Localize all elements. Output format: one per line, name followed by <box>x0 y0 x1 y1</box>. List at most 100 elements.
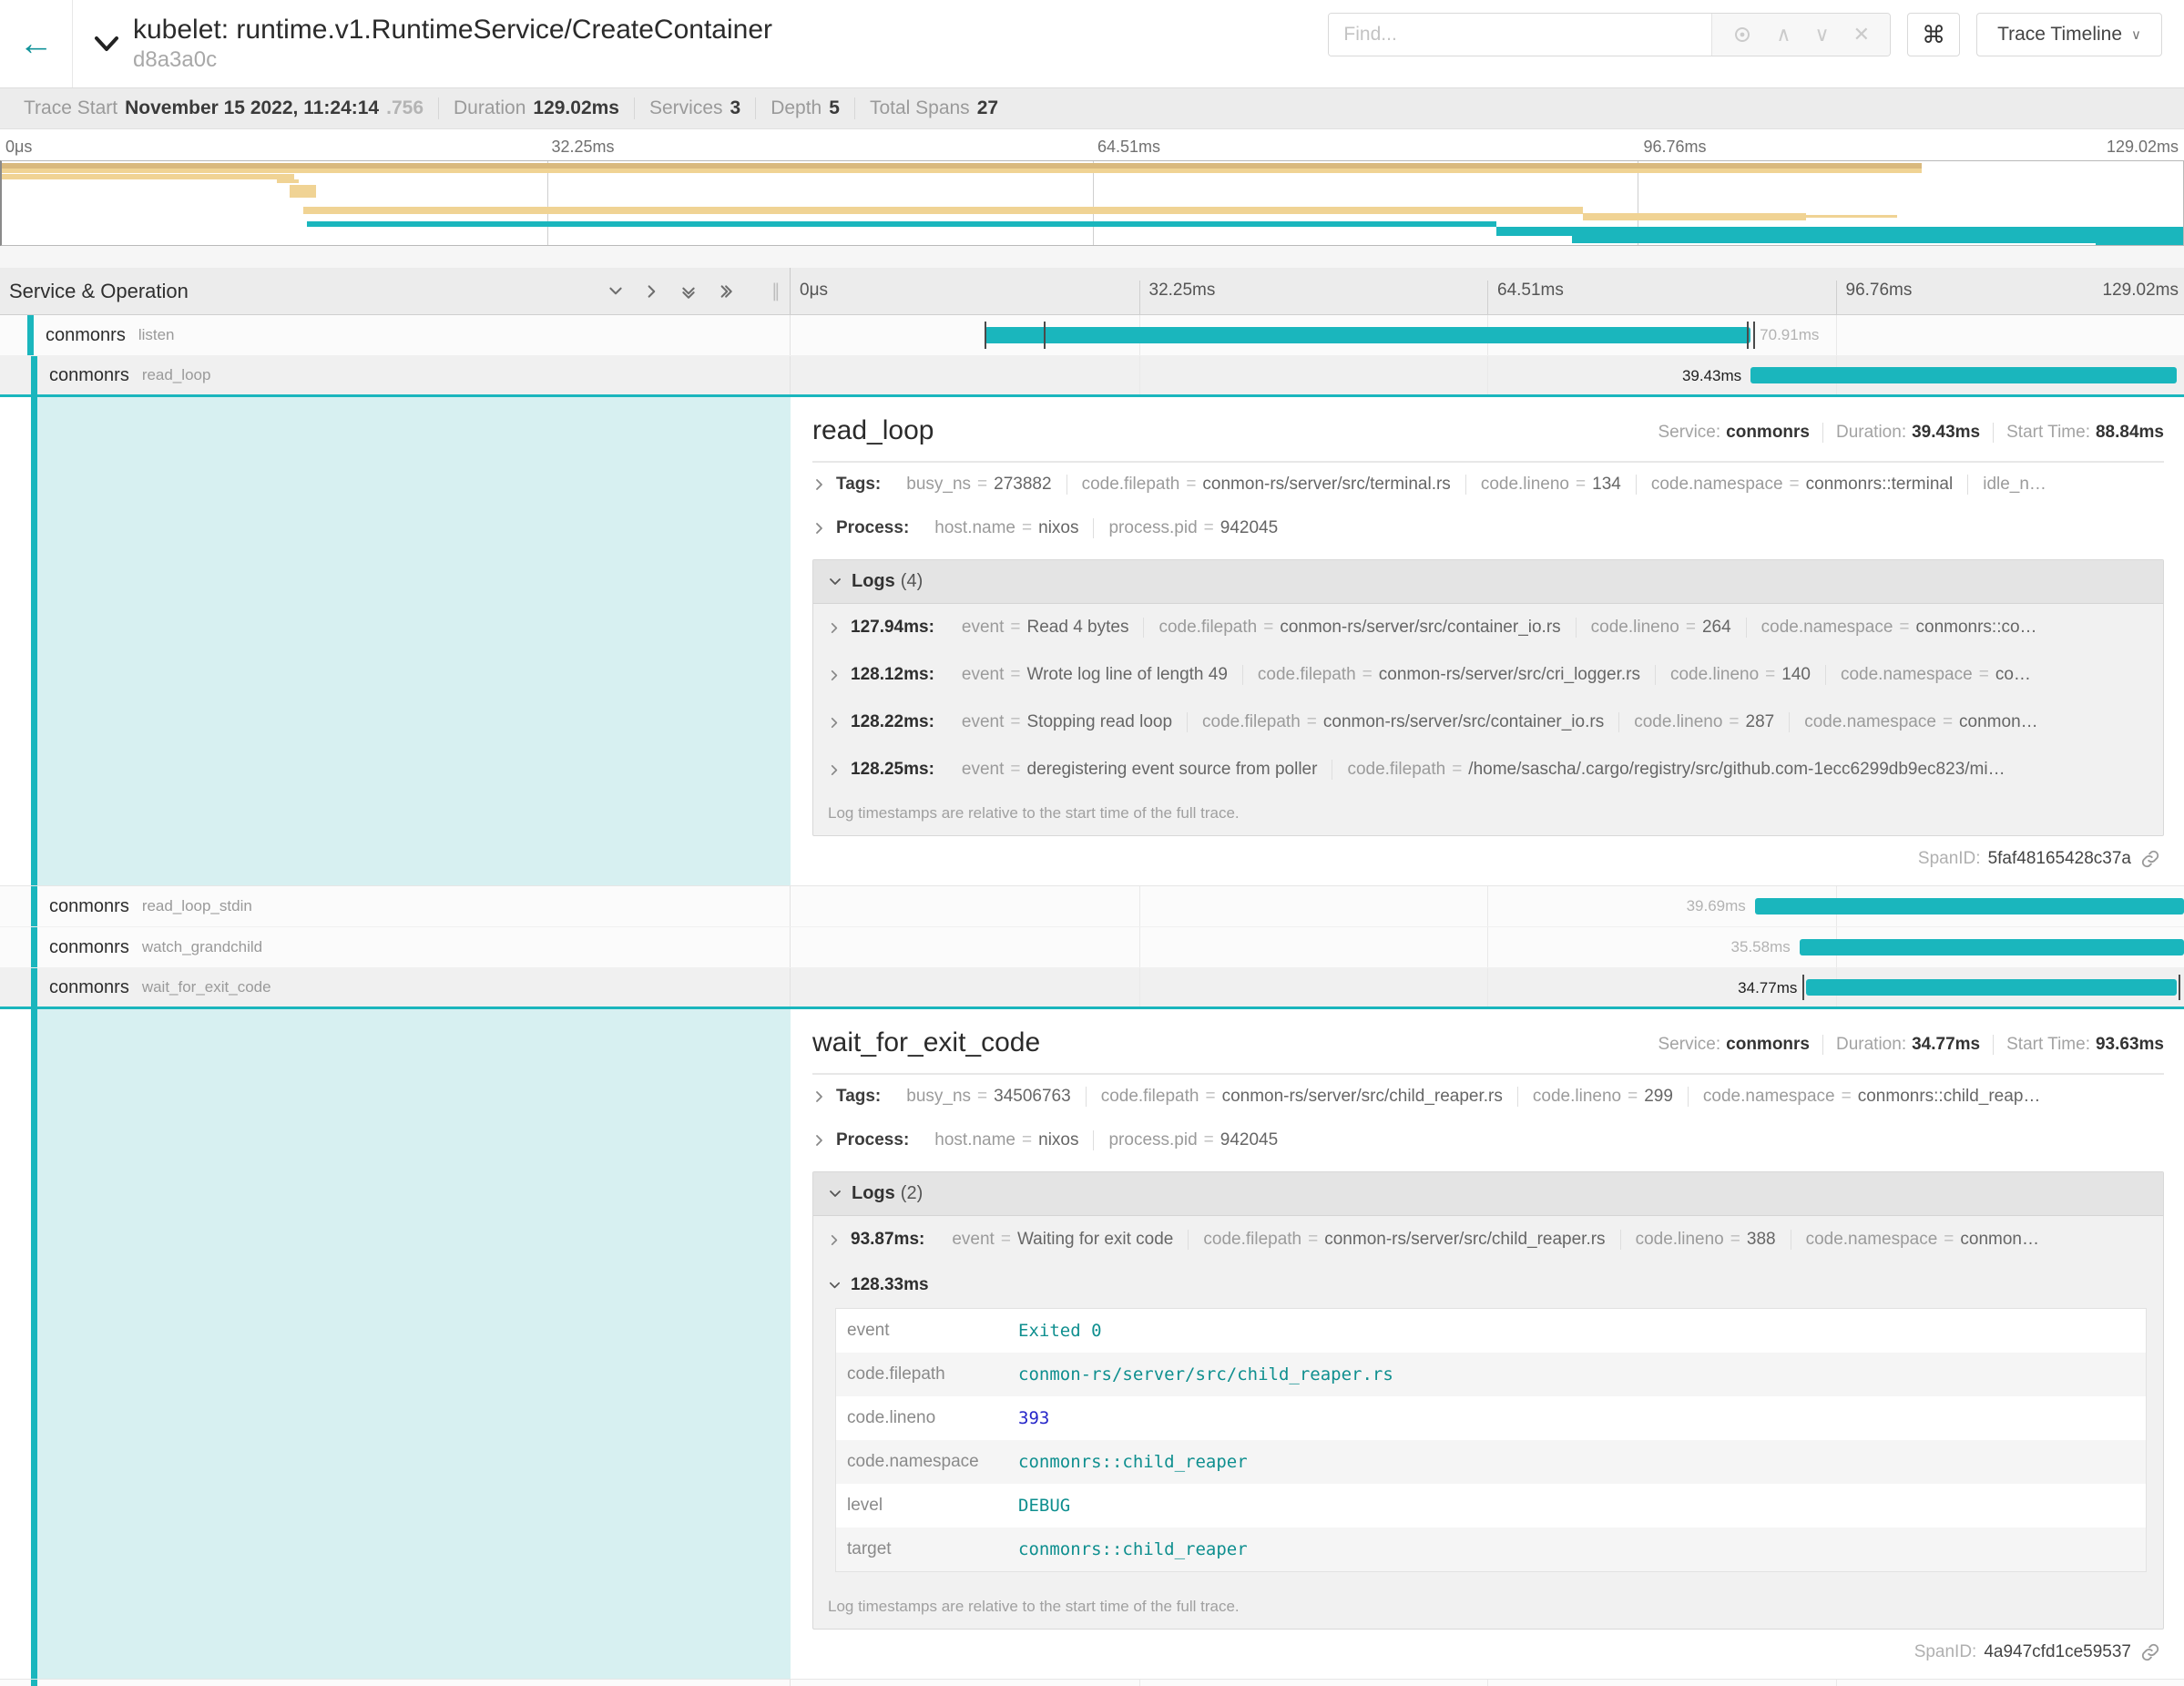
find-input[interactable] <box>1329 14 1711 56</box>
close-icon[interactable]: ✕ <box>1853 25 1870 45</box>
span-row-listen[interactable]: conmonrslisten70.91ms <box>0 315 2184 356</box>
log-entry[interactable]: 128.25ms:event=deregistering event sourc… <box>813 746 2163 793</box>
tag-value: 942045 <box>1220 1130 1278 1150</box>
summary-item: Duration129.02ms <box>439 97 635 119</box>
log-field-pill[interactable]: code.filepath=conmon-rs/server/src/cri_l… <box>1243 665 1656 685</box>
span-duration-bar[interactable] <box>1800 939 2184 955</box>
link-icon[interactable] <box>2140 1642 2160 1662</box>
log-field-pill[interactable]: event=Waiting for exit code <box>937 1230 1189 1250</box>
process-pill[interactable]: host.name=nixos <box>920 1130 1094 1150</box>
locate-icon[interactable] <box>1732 25 1752 45</box>
collapse-one-down-button[interactable] <box>607 283 624 300</box>
log-field-pill[interactable]: code.lineno=388 <box>1621 1230 1791 1250</box>
span-row-read_loop_stdin[interactable]: conmonrsread_loop_stdin39.69ms <box>0 886 2184 927</box>
span-row-wait_for_exit_code[interactable]: conmonrswait_for_exit_code34.77ms <box>0 968 2184 1009</box>
chevron-down-icon[interactable]: ∨ <box>1815 25 1830 45</box>
process-pill[interactable]: process.pid=942045 <box>1094 518 1292 538</box>
summary-value: November 15 2022, 11:24:14 <box>125 97 379 118</box>
collapse-all-down-button[interactable] <box>680 283 697 300</box>
span-name-column[interactable]: conmonrslisten <box>0 315 791 355</box>
back-button[interactable]: ← <box>0 0 73 87</box>
tag-pill[interactable]: code.lineno=134 <box>1466 475 1637 495</box>
operation-name: listen <box>138 326 175 344</box>
span-duration-bar[interactable] <box>1806 979 2177 996</box>
tag-key: code.lineno <box>1634 712 1722 731</box>
tag-pill[interactable]: busy_ns=273882 <box>892 475 1066 495</box>
timeline-gridline <box>1139 927 1140 967</box>
logs-header[interactable]: Logs(2) <box>813 1172 2163 1216</box>
log-entry[interactable]: 128.22ms:event=Stopping read loopcode.fi… <box>813 699 2163 746</box>
span-name-column[interactable]: conmonrsread_loop_stdin <box>0 886 791 926</box>
span-duration-bar[interactable] <box>1750 367 2177 383</box>
chevron-up-icon[interactable]: ∧ <box>1776 25 1791 45</box>
span-row-read_loop[interactable]: conmonrsread_loop39.43ms <box>0 356 2184 397</box>
span-timeline-cell[interactable]: 39.69ms <box>791 886 2184 926</box>
log-entry[interactable]: 127.94ms:event=Read 4 bytescode.filepath… <box>813 604 2163 651</box>
log-field-pill[interactable]: code.namespace=co… <box>1826 665 2046 685</box>
tag-pill[interactable]: busy_ns=34506763 <box>892 1087 1086 1107</box>
span-timeline-cell[interactable]: 39.43ms <box>791 356 2184 394</box>
column-resize-grip[interactable]: ∥ <box>771 280 781 302</box>
span-duration-bar[interactable] <box>1755 898 2184 915</box>
link-icon[interactable] <box>2140 849 2160 869</box>
span-timeline-cell[interactable]: 34.77ms <box>791 968 2184 1006</box>
operation-name: read_loop <box>142 366 211 384</box>
tags-row[interactable]: Tags:busy_ns=34506763code.filepath=conmo… <box>812 1075 2164 1119</box>
process-pill[interactable]: host.name=nixos <box>920 518 1094 538</box>
span-timeline-cell[interactable]: 303μs <box>791 1680 2184 1686</box>
log-field-pill[interactable]: event=Read 4 bytes <box>947 618 1145 638</box>
log-field-pill[interactable]: code.namespace=conmon… <box>1791 1230 2054 1250</box>
log-field-pill[interactable]: code.filepath=/home/sascha/.cargo/regist… <box>1332 760 2019 780</box>
log-entry[interactable]: 128.12ms:event=Wrote log line of length … <box>813 651 2163 699</box>
span-row-watch_grandchild[interactable]: conmonrswatch_grandchild 35.58ms <box>0 927 2184 968</box>
view-selector-button[interactable]: Trace Timeline ∨ <box>1976 13 2162 56</box>
trace-title-collapse-button[interactable] <box>93 35 120 53</box>
log-field-pill[interactable]: code.filepath=conmon-rs/server/src/conta… <box>1144 618 1576 638</box>
log-field-pill[interactable]: code.lineno=264 <box>1577 618 1747 638</box>
log-field-pill[interactable]: event=Wrote log line of length 49 <box>947 665 1243 685</box>
span-duration-bar[interactable] <box>985 327 1751 343</box>
keyboard-shortcuts-button[interactable]: ⌘ <box>1907 13 1960 56</box>
log-field-pill[interactable]: code.namespace=conmonrs::co… <box>1747 618 2052 638</box>
log-field-pill[interactable]: event=deregistering event source from po… <box>947 760 1333 780</box>
span-tick-marker <box>1044 322 1046 349</box>
log-field-key: code.lineno <box>836 1396 1018 1440</box>
span-row-write_exit_path[interactable]: conmonrswrite_exit_path303μs <box>0 1680 2184 1686</box>
tag-pill[interactable]: code.filepath=conmon-rs/server/src/child… <box>1087 1087 1518 1107</box>
tag-value: conmon-rs/server/src/container_io.rs <box>1280 618 1560 637</box>
collapse-all-right-button[interactable] <box>717 283 733 300</box>
span-meta-item: Duration:34.77ms <box>1823 1035 1994 1055</box>
tag-pill[interactable]: idle_n… <box>1968 475 2061 495</box>
tag-pill[interactable]: code.namespace=conmonrs::terminal <box>1637 475 1968 495</box>
tag-pill[interactable]: code.namespace=conmonrs::child_reap… <box>1689 1087 2055 1107</box>
span-name-column[interactable]: conmonrswatch_grandchild <box>0 927 791 967</box>
tag-pill[interactable]: code.lineno=299 <box>1518 1087 1689 1107</box>
log-field-value: conmonrs::child_reaper <box>1018 1528 1248 1571</box>
timeline-minimap[interactable] <box>0 160 2184 246</box>
span-name-column[interactable]: conmonrswrite_exit_path <box>0 1680 791 1686</box>
log-field-pill[interactable]: code.lineno=287 <box>1619 712 1790 732</box>
process-row[interactable]: Process:host.name=nixosprocess.pid=94204… <box>812 506 2164 550</box>
chevron-down-icon <box>828 1187 842 1201</box>
collapse-one-right-button[interactable] <box>644 283 660 300</box>
log-field-pill[interactable]: code.filepath=conmon-rs/server/src/child… <box>1189 1230 1620 1250</box>
tag-value: 140 <box>1781 665 1811 684</box>
log-field-pill[interactable]: code.namespace=conmon… <box>1790 712 2052 732</box>
span-timeline-cell[interactable]: 35.58ms <box>791 927 2184 967</box>
span-name-column[interactable]: conmonrsread_loop <box>0 356 791 394</box>
chevron-right-icon <box>812 477 827 492</box>
process-pill[interactable]: process.pid=942045 <box>1094 1130 1292 1150</box>
log-entry-expanded-header[interactable]: 128.33ms <box>813 1263 2163 1304</box>
span-name-column[interactable]: conmonrswait_for_exit_code <box>0 968 791 1006</box>
log-field-pill[interactable]: code.lineno=140 <box>1656 665 1826 685</box>
log-entry[interactable]: 93.87ms:event=Waiting for exit codecode.… <box>813 1216 2163 1263</box>
process-row[interactable]: Process:host.name=nixosprocess.pid=94204… <box>812 1119 2164 1162</box>
tags-row[interactable]: Tags:busy_ns=273882code.filepath=conmon-… <box>812 463 2164 506</box>
log-field-value: DEBUG <box>1018 1484 1070 1528</box>
span-timeline-cell[interactable]: 70.91ms <box>791 315 2184 355</box>
logs-header[interactable]: Logs(4) <box>813 560 2163 604</box>
tag-pill[interactable]: code.filepath=conmon-rs/server/src/termi… <box>1067 475 1466 495</box>
span-duration-label: 35.58ms <box>1731 927 1791 966</box>
log-field-pill[interactable]: code.filepath=conmon-rs/server/src/conta… <box>1188 712 1619 732</box>
log-field-pill[interactable]: event=Stopping read loop <box>947 712 1188 732</box>
